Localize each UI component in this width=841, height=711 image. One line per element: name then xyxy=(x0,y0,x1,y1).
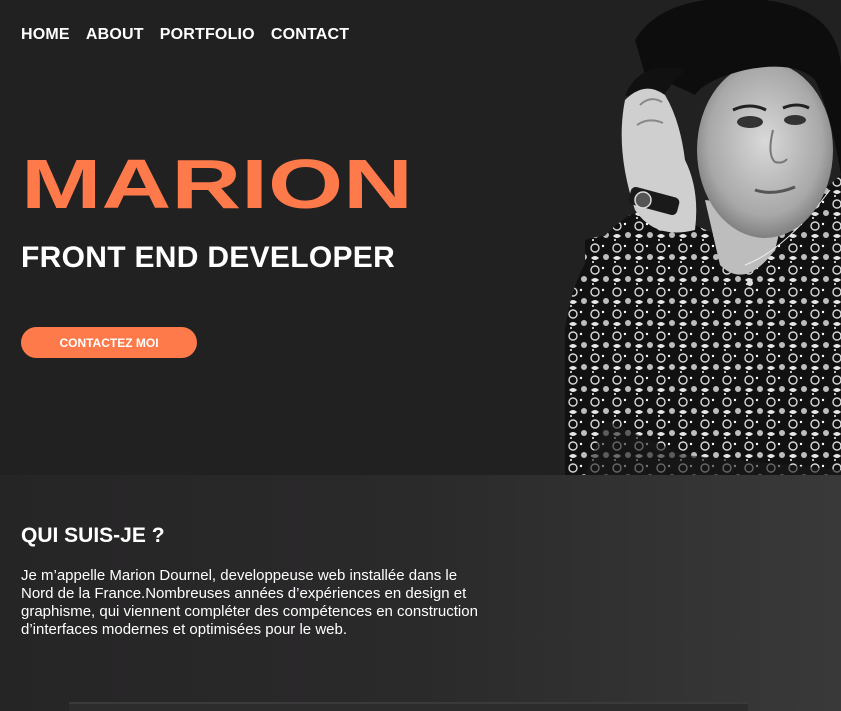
about-section: QUI SUIS-JE ? Je m’appelle Marion Dourne… xyxy=(0,475,841,711)
brand-name: MARION xyxy=(21,156,421,240)
brand-name-logo: MARION xyxy=(21,156,413,223)
contact-me-button[interactable]: CONTACTEZ MOI xyxy=(21,327,197,358)
nav-home-link[interactable]: HOME xyxy=(21,26,70,44)
about-text: Je m’appelle Marion Dournel, developpeus… xyxy=(21,567,478,638)
main-nav: HOME ABOUT PORTFOLIO CONTACT xyxy=(21,26,349,44)
about-heading: QUI SUIS-JE ? xyxy=(21,524,165,547)
nav-contact-link[interactable]: CONTACT xyxy=(271,26,349,44)
person-portrait-icon xyxy=(565,0,841,475)
hero-subtitle: FRONT END DEVELOPER xyxy=(21,241,396,274)
next-section-panel xyxy=(69,702,748,711)
hero-section: HOME ABOUT PORTFOLIO CONTACT MARION FRON… xyxy=(0,0,841,475)
svg-text:MARION: MARION xyxy=(21,156,413,223)
nav-about-link[interactable]: ABOUT xyxy=(86,26,144,44)
nav-portfolio-link[interactable]: PORTFOLIO xyxy=(160,26,255,44)
